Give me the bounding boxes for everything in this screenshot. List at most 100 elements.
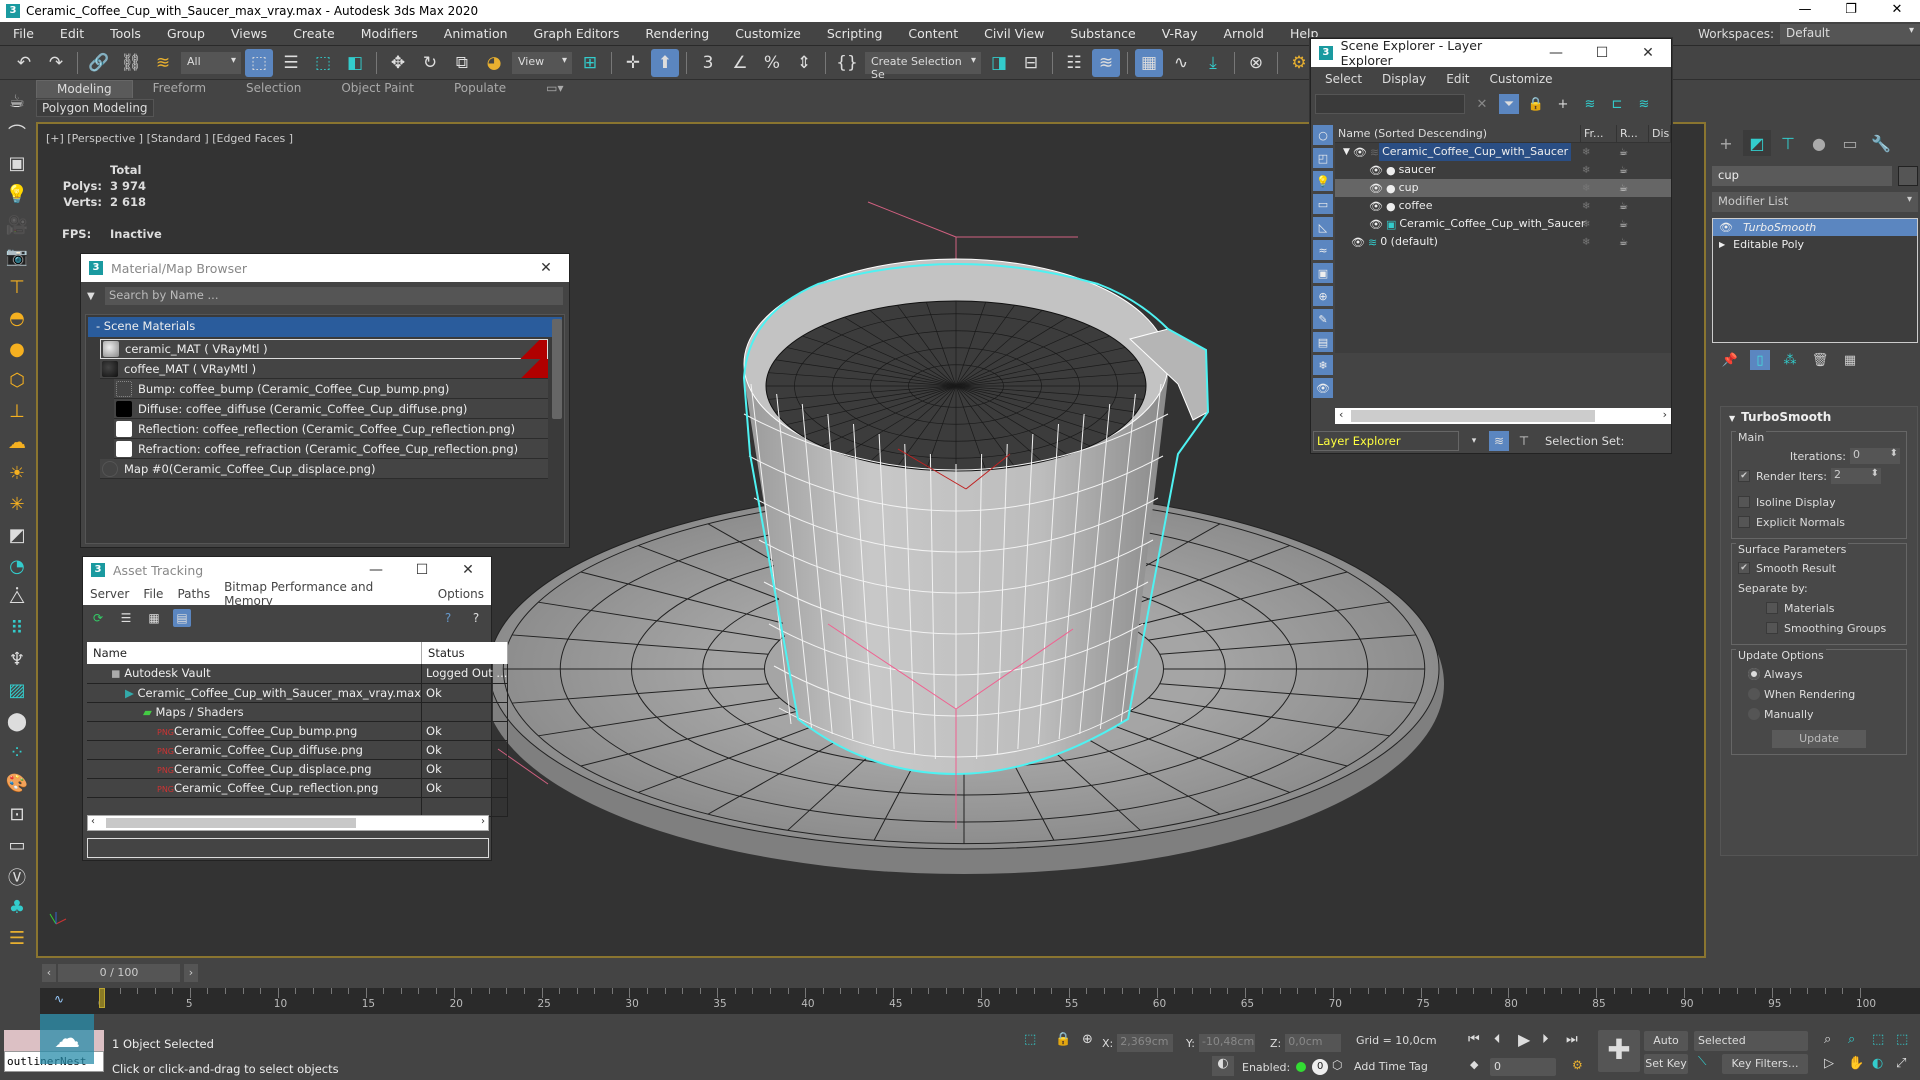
layer-stack-icon[interactable]: ≋ bbox=[1580, 94, 1600, 114]
light-screen-icon[interactable]: 💡 bbox=[4, 182, 30, 207]
manually-radio[interactable] bbox=[1748, 708, 1760, 720]
proxy-icon[interactable]: ◩ bbox=[4, 523, 30, 548]
configure-sets-icon[interactable]: ▦ bbox=[1840, 350, 1860, 370]
ribbon-tab-freeform[interactable]: Freeform bbox=[133, 80, 226, 98]
ribbon-tab-populate[interactable]: Populate bbox=[434, 80, 526, 98]
select-object-icon[interactable]: ⬚ bbox=[245, 48, 273, 77]
key-filters-button[interactable]: Key Filters... bbox=[1722, 1054, 1808, 1074]
zoom-all-icon[interactable]: ⌕ bbox=[1848, 1032, 1855, 1047]
snaps-toggle-icon[interactable]: 3 bbox=[694, 49, 722, 77]
table-row[interactable]: PNGCeramic_Coffee_Cup_displace.png Ok bbox=[87, 759, 509, 779]
cameras-filter-icon[interactable]: ▭ bbox=[1313, 194, 1333, 214]
menu-content[interactable]: Content bbox=[895, 26, 971, 41]
renderable-teapot-icon[interactable]: ☕ bbox=[1619, 237, 1628, 248]
camera-screen-icon[interactable]: 🎥 bbox=[4, 213, 30, 238]
mesh-light-icon[interactable]: ⬡ bbox=[4, 368, 30, 393]
find-input[interactable] bbox=[1315, 94, 1465, 114]
make-unique-icon[interactable]: ⁂ bbox=[1780, 350, 1800, 370]
restore-button[interactable]: ❐ bbox=[1828, 0, 1874, 22]
menu-edit[interactable]: Edit bbox=[1436, 72, 1479, 86]
set-key-button[interactable]: Set Key bbox=[1644, 1054, 1688, 1074]
menu-options[interactable]: Options bbox=[431, 587, 491, 601]
render-iters-spinner[interactable]: 2 bbox=[1830, 468, 1881, 484]
map-item[interactable]: Bump: coffee_bump (Ceramic_Coffee_Cup_bu… bbox=[114, 379, 548, 399]
renderable-teapot-icon[interactable]: ☕ bbox=[1619, 201, 1628, 212]
menu-customize[interactable]: Customize bbox=[1480, 72, 1563, 86]
workspaces-dropdown[interactable]: Default bbox=[1780, 24, 1920, 44]
smooth-result-checkbox[interactable]: ✔ bbox=[1738, 562, 1750, 574]
scale-icon[interactable]: ⧉ bbox=[448, 49, 476, 77]
freeze-icon[interactable]: ❄ bbox=[1582, 147, 1590, 158]
lock-icon[interactable]: 🔒 bbox=[1526, 94, 1546, 114]
table-row[interactable]: ◼ Autodesk Vault Logged Out ... bbox=[87, 664, 509, 684]
map-item[interactable]: Map #0(Ceramic_Coffee_Cup_displace.png) bbox=[100, 459, 548, 479]
vray-logo-icon[interactable]: Ⓥ bbox=[4, 864, 30, 889]
select-by-name-icon[interactable]: ☰ bbox=[277, 49, 305, 77]
visibility-eye-icon[interactable]: 👁 bbox=[1369, 218, 1383, 231]
volume-icon[interactable]: ▨ bbox=[4, 678, 30, 703]
menu-customize[interactable]: Customize bbox=[722, 26, 814, 41]
add-time-tag-button[interactable]: Add Time Tag bbox=[1354, 1060, 1428, 1073]
maximize-viewport-icon[interactable]: ⤢ bbox=[1896, 1056, 1906, 1071]
mirror-icon[interactable]: ◨ bbox=[985, 49, 1013, 77]
stack-item-editable-poly[interactable]: ▶ Editable Poly bbox=[1713, 236, 1917, 253]
render-setup-icon[interactable]: ⚙ bbox=[1285, 49, 1313, 77]
map-item[interactable]: Diffuse: coffee_diffuse (Ceramic_Coffee_… bbox=[114, 399, 548, 419]
menu-vray[interactable]: V-Ray bbox=[1149, 26, 1211, 41]
remove-modifier-icon[interactable]: 🗑 bbox=[1810, 350, 1830, 370]
menu-arnold[interactable]: Arnold bbox=[1211, 26, 1277, 41]
y-coordinate-field[interactable]: -10,48cm bbox=[1198, 1034, 1255, 1052]
visibility-eye-icon[interactable]: 👁 bbox=[1369, 200, 1383, 213]
close-button[interactable]: ✕ bbox=[1874, 0, 1920, 22]
link-icon[interactable]: 🔗 bbox=[85, 49, 113, 77]
current-frame-marker[interactable] bbox=[99, 988, 105, 1008]
frame-buffer-icon[interactable]: ▭ bbox=[4, 833, 30, 858]
visibility-eye-icon[interactable]: 👁 bbox=[1369, 182, 1383, 195]
cloud-upload-icon[interactable]: ☁ bbox=[40, 1014, 94, 1064]
shapes-filter-icon[interactable]: ◰ bbox=[1313, 148, 1333, 168]
unlink-icon[interactable]: ⛓ bbox=[117, 49, 145, 77]
redo-icon[interactable]: ↷ bbox=[42, 49, 70, 77]
material-browser-titlebar[interactable]: 3 Material/Map Browser ✕ bbox=[81, 254, 569, 282]
camera-icon[interactable]: 📷 bbox=[4, 244, 30, 269]
ribbon-tab-object-paint[interactable]: Object Paint bbox=[321, 80, 434, 98]
visibility-eye-icon[interactable]: 👁 bbox=[1351, 236, 1365, 249]
freeze-icon[interactable]: ❄ bbox=[1582, 201, 1590, 212]
minimize-button[interactable]: — bbox=[353, 562, 399, 578]
play-icon[interactable]: ▶ bbox=[1518, 1030, 1530, 1049]
eye-icon[interactable]: 👁 bbox=[1719, 221, 1733, 234]
enabled-count-badge[interactable]: 0 bbox=[1312, 1059, 1329, 1075]
spotlight-icon[interactable]: ⊤ bbox=[4, 275, 30, 300]
menu-display[interactable]: Display bbox=[1372, 72, 1436, 86]
add-to-layer-icon[interactable]: + bbox=[1553, 94, 1573, 114]
freeze-icon[interactable]: ❄ bbox=[1582, 183, 1590, 194]
horizontal-scrollbar[interactable]: ‹ › bbox=[1335, 408, 1671, 424]
minimize-button[interactable]: — bbox=[1782, 0, 1828, 22]
menu-rendering[interactable]: Rendering bbox=[632, 26, 722, 41]
always-radio[interactable] bbox=[1748, 668, 1760, 680]
key-mode-icon[interactable]: ◆ bbox=[1470, 1058, 1478, 1071]
material-editor-icon[interactable]: ⊗ bbox=[1242, 49, 1270, 77]
help-icon[interactable]: ? bbox=[439, 609, 457, 627]
options-triangle-icon[interactable]: ▼ bbox=[87, 291, 105, 302]
map-item[interactable]: Refraction: coffee_refraction (Ceramic_C… bbox=[114, 439, 548, 459]
motion-tab-icon[interactable]: ● bbox=[1805, 130, 1833, 156]
spacewarps-filter-icon[interactable]: ≈ bbox=[1313, 240, 1333, 260]
menu-modifiers[interactable]: Modifiers bbox=[348, 26, 431, 41]
ribbon-tab-modeling[interactable]: Modeling bbox=[36, 80, 133, 98]
update-button[interactable]: Update bbox=[1772, 730, 1866, 748]
sphere-light-icon[interactable]: ● bbox=[4, 337, 30, 362]
time-tag-icon[interactable]: ⬡ bbox=[1332, 1058, 1342, 1072]
absolute-mode-icon[interactable]: ⊕ bbox=[1082, 1032, 1093, 1047]
spinner-snap-icon[interactable]: ⇕ bbox=[790, 49, 818, 77]
isolate-selection-icon[interactable]: ⬚ bbox=[1024, 1032, 1036, 1047]
current-frame-field[interactable]: 0 bbox=[1490, 1058, 1556, 1076]
column-header-display[interactable]: Disp bbox=[1649, 125, 1671, 142]
helpers-filter-icon[interactable]: ◺ bbox=[1313, 217, 1333, 237]
go-to-end-icon[interactable]: ⏭ bbox=[1566, 1032, 1578, 1047]
selection-filter-dropdown[interactable]: All bbox=[181, 51, 241, 74]
xrefs-filter-icon[interactable]: ⊕ bbox=[1313, 286, 1333, 306]
key-mode-dropdown[interactable]: Selected bbox=[1694, 1031, 1808, 1051]
display-tab-icon[interactable]: ▭ bbox=[1836, 130, 1864, 156]
menu-server[interactable]: Server bbox=[83, 587, 136, 601]
